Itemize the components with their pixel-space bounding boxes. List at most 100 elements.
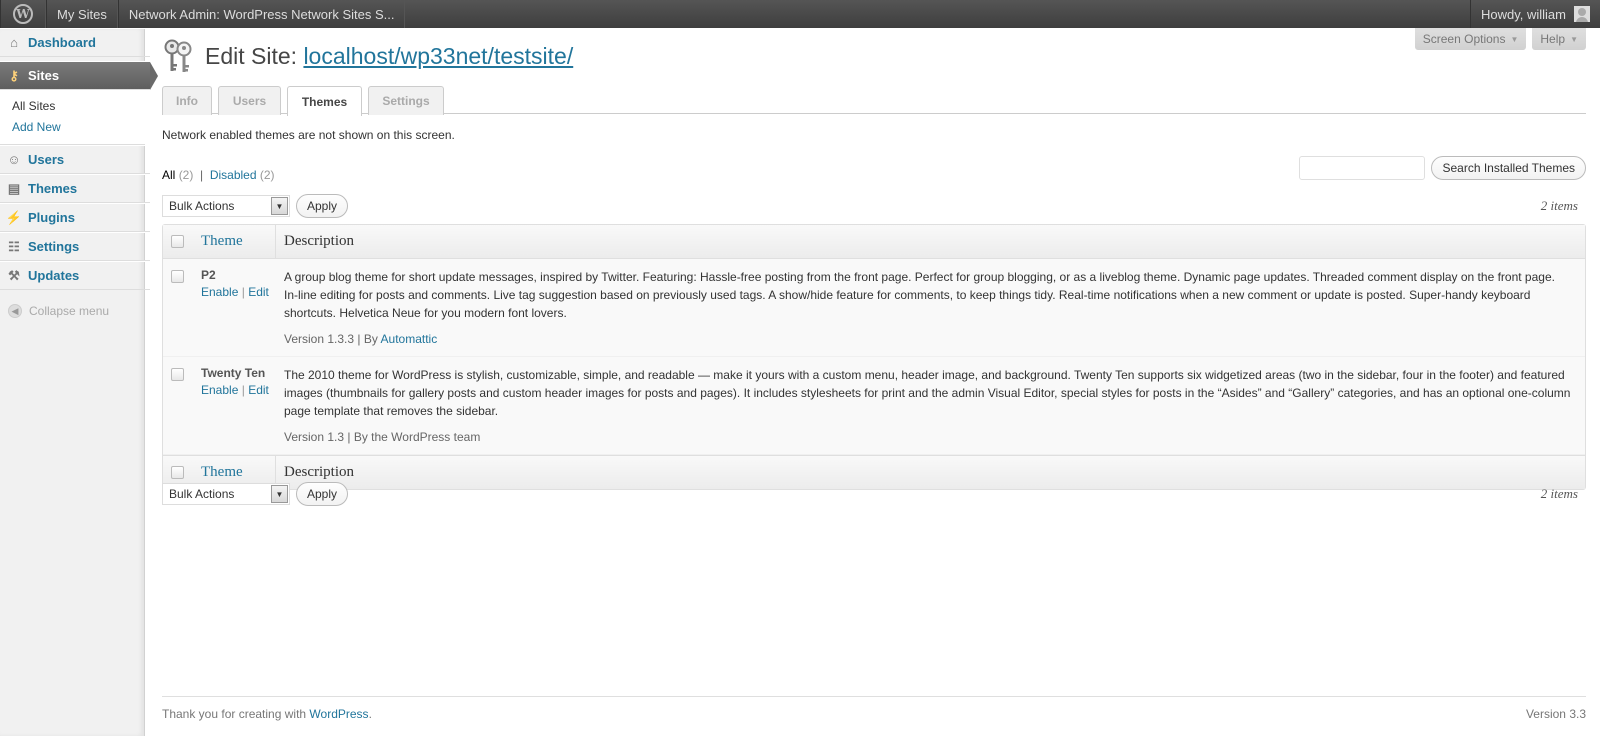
wordpress-logo-button[interactable]: W [0, 0, 46, 28]
tab-info[interactable]: Info [162, 86, 212, 115]
theme-description: The 2010 theme for WordPress is stylish,… [284, 368, 1571, 418]
theme-version: Version 1.3.3 | By Automattic [284, 330, 1571, 356]
footer-thanks-text: Thank you for creating with [162, 707, 307, 721]
sites-submenu: All Sites Add New [0, 90, 145, 145]
theme-version-text: Version 1.3.3 | By [284, 332, 378, 346]
apply-button-bottom[interactable]: Apply [296, 482, 349, 506]
footer-period: . [368, 707, 372, 721]
collapse-menu-label: Collapse menu [29, 304, 110, 318]
page-title-prefix: Edit Site: [205, 42, 298, 69]
settings-icon: ☷ [8, 238, 20, 254]
apply-button-top[interactable]: Apply [296, 194, 349, 218]
table-row: P2 Enable | Edit A group blog theme for … [163, 259, 1585, 357]
screen-options-button[interactable]: Screen Options ▼ [1414, 28, 1527, 50]
network-themes-notice: Network enabled themes are not shown on … [162, 128, 455, 142]
menu-dashboard[interactable]: ⌂ Dashboard [0, 28, 150, 57]
collapse-menu[interactable]: ◀ Collapse menu [0, 290, 150, 318]
menu-updates[interactable]: ⚒ Updates [0, 261, 150, 290]
my-sites-menu[interactable]: My Sites [46, 0, 118, 28]
menu-settings-label: Settings [28, 239, 80, 254]
select-all-checkbox-footer[interactable] [170, 466, 184, 479]
wordpress-link[interactable]: WordPress [309, 707, 368, 721]
enable-link[interactable]: Enable [201, 285, 238, 299]
edit-link[interactable]: Edit [248, 383, 269, 397]
items-count-bottom: 2 items [1540, 486, 1578, 501]
nav-tabs: Info Users Themes Settings [162, 86, 1586, 116]
items-count-top: 2 items [1540, 198, 1578, 213]
updates-icon: ⚒ [8, 267, 20, 283]
submenu-add-new[interactable]: Add New [12, 117, 145, 138]
theme-description: A group blog theme for short update mess… [284, 270, 1555, 320]
theme-search-box: Search Installed Themes [1299, 156, 1586, 180]
row-actions: Enable | Edit [201, 285, 275, 299]
menu-sites-label: Sites [28, 68, 60, 83]
description-column-footer: Description [284, 464, 354, 480]
help-label: Help [1540, 32, 1566, 46]
page-title: Edit Site: localhost/wp33net/testsite/ [205, 43, 573, 70]
menu-dashboard-label: Dashboard [28, 35, 96, 50]
bulk-actions-select-top[interactable]: Bulk Actions ▼ [162, 195, 290, 217]
users-icon: ☺ [7, 152, 21, 167]
sites-icon: ⚷ [9, 67, 19, 83]
menu-settings[interactable]: ☷ Settings [0, 232, 150, 261]
filter-disabled[interactable]: Disabled [210, 168, 257, 182]
search-installed-themes-button[interactable]: Search Installed Themes [1431, 156, 1586, 180]
theme-column-footer[interactable]: Theme [201, 464, 243, 480]
theme-name: P2 [201, 268, 216, 282]
theme-version: Version 1.3 | By the WordPress team [284, 430, 481, 444]
submenu-add-new-link[interactable]: Add New [12, 120, 61, 134]
theme-name: Twenty Ten [201, 366, 266, 380]
page-title-row: Edit Site: localhost/wp33net/testsite/ [162, 38, 573, 74]
chevron-down-icon: ▼ [1570, 34, 1578, 44]
menu-themes-label: Themes [28, 181, 78, 196]
theme-column-header[interactable]: Theme [201, 233, 243, 249]
chevron-down-icon: ▼ [271, 197, 288, 215]
chevron-down-icon: ▼ [1510, 34, 1519, 44]
network-admin-title[interactable]: Network Admin: WordPress Network Sites S… [117, 0, 406, 28]
action-separator: | [241, 383, 245, 397]
submenu-all-sites[interactable]: All Sites [12, 96, 145, 117]
row-actions: Enable | Edit [201, 383, 275, 397]
menu-plugins[interactable]: ⚡ Plugins [0, 203, 150, 232]
collapse-icon: ◀ [8, 304, 22, 318]
howdy-label: Howdy, william [1481, 6, 1566, 22]
bulk-actions-select-bottom[interactable]: Bulk Actions ▼ [162, 483, 290, 505]
tablenav-top: Bulk Actions ▼ Apply 2 items [162, 193, 1586, 219]
themes-table: Theme Description P2 Enable | Edit A gro… [162, 224, 1586, 490]
menu-users-label: Users [28, 152, 65, 167]
menu-users[interactable]: ☺ Users [0, 145, 150, 174]
footer: Thank you for creating with WordPress. V… [162, 696, 1586, 721]
admin-bar: W My Sites Network Admin: WordPress Netw… [0, 0, 1600, 28]
screen-options-label: Screen Options [1422, 32, 1506, 46]
row-checkbox[interactable] [170, 368, 184, 381]
account-menu[interactable]: Howdy, william [1470, 0, 1600, 28]
search-input[interactable] [1299, 156, 1426, 180]
filter-disabled-count: (2) [259, 168, 275, 182]
dashboard-icon: ⌂ [10, 35, 18, 50]
admin-menu: ⌂ Dashboard ⚷ Sites All Sites Add New ☺ … [0, 28, 158, 318]
bulk-actions-value: Bulk Actions [169, 487, 235, 501]
chevron-down-icon: ▼ [271, 485, 288, 503]
filter-all-count: (2) [178, 168, 194, 182]
footer-thanks: Thank you for creating with WordPress. [162, 707, 372, 721]
enable-link[interactable]: Enable [201, 383, 238, 397]
table-header: Theme Description [163, 224, 1585, 259]
tab-themes[interactable]: Themes [287, 86, 362, 116]
theme-author-link[interactable]: Automattic [381, 332, 438, 346]
menu-plugins-label: Plugins [28, 210, 75, 225]
footer-version: Version 3.3 [1525, 707, 1586, 721]
edit-link[interactable]: Edit [248, 285, 269, 299]
action-separator: | [241, 285, 245, 299]
filter-all[interactable]: All [162, 168, 175, 182]
menu-sites[interactable]: ⚷ Sites [0, 61, 158, 90]
tab-users[interactable]: Users [218, 86, 281, 115]
menu-themes[interactable]: ▤ Themes [0, 174, 150, 203]
help-button[interactable]: Help ▼ [1532, 28, 1586, 50]
filter-separator: | [200, 168, 204, 182]
site-url-link[interactable]: localhost/wp33net/testsite/ [303, 43, 573, 69]
themes-icon: ▤ [7, 180, 21, 196]
select-all-checkbox[interactable] [170, 235, 184, 248]
tab-settings[interactable]: Settings [368, 86, 444, 115]
row-checkbox[interactable] [170, 270, 184, 283]
screen-meta-links: Screen Options ▼ Help ▼ [1414, 28, 1586, 50]
